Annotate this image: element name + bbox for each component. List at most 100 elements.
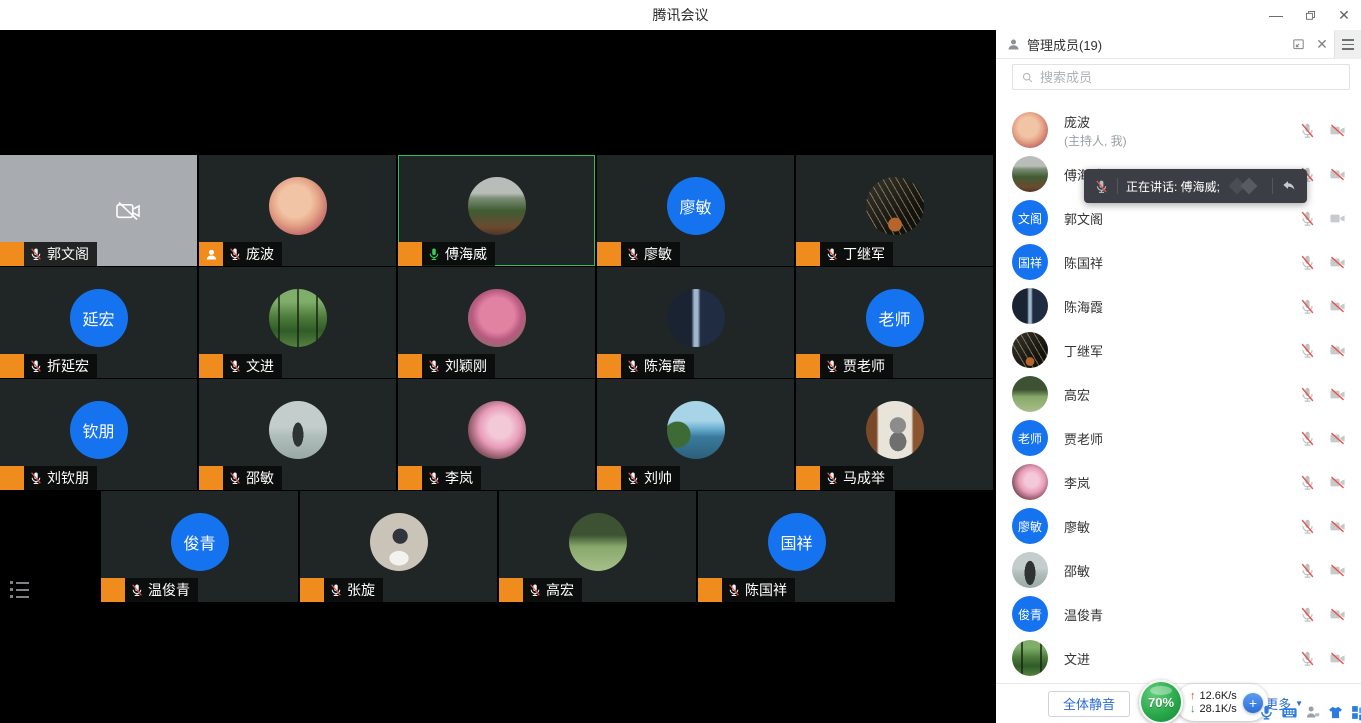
- label-body: 刘颖刚: [422, 354, 495, 378]
- member-mic-icon[interactable]: [1299, 606, 1316, 623]
- member-row[interactable]: 李岚: [996, 460, 1361, 504]
- video-tile[interactable]: 陈海霞: [597, 267, 794, 378]
- participant-label: 傅海威: [398, 242, 495, 266]
- video-tile[interactable]: 钦朋 刘钦朋: [0, 379, 197, 490]
- video-tile[interactable]: 张旋: [300, 491, 497, 602]
- memory-usage-ball[interactable]: 70%: [1139, 680, 1183, 723]
- member-search-box[interactable]: [1012, 64, 1350, 90]
- video-tile[interactable]: 庞波: [199, 155, 396, 266]
- member-mic-icon[interactable]: [1299, 474, 1316, 491]
- video-tile[interactable]: 刘帅: [597, 379, 794, 490]
- member-name: 陈国祥: [1064, 253, 1287, 272]
- member-row[interactable]: 丁继军: [996, 328, 1361, 372]
- video-tile[interactable]: 傅海威: [398, 155, 595, 266]
- member-avatar: [1012, 552, 1048, 588]
- video-tile[interactable]: 李岚: [398, 379, 595, 490]
- member-mic-icon[interactable]: [1299, 122, 1316, 139]
- member-row[interactable]: 廖敏 廖敏: [996, 504, 1361, 548]
- member-mic-icon[interactable]: [1299, 298, 1316, 315]
- member-row[interactable]: 邵敏: [996, 548, 1361, 592]
- restore-button[interactable]: [1293, 0, 1327, 30]
- participant-name: 陈海霞: [644, 356, 686, 376]
- member-camera-icon[interactable]: [1328, 474, 1347, 491]
- video-tile[interactable]: 国祥 陈国祥: [698, 491, 895, 602]
- member-camera-icon[interactable]: [1328, 254, 1347, 271]
- member-info: 文进: [1064, 649, 1287, 668]
- upload-arrow-icon: ↑: [1190, 690, 1196, 702]
- member-camera-icon[interactable]: [1328, 606, 1347, 623]
- label-body: 贾老师: [820, 354, 893, 378]
- mic-status-icon: [427, 471, 441, 485]
- video-tile[interactable]: 郭文阁: [0, 155, 197, 266]
- participant-name: 李岚: [445, 468, 473, 488]
- member-row[interactable]: 文进: [996, 636, 1361, 680]
- member-mic-icon[interactable]: [1299, 562, 1316, 579]
- member-name: 高宏: [1064, 385, 1287, 404]
- member-camera-icon[interactable]: [1328, 518, 1347, 535]
- host-badge-icon: [0, 466, 24, 490]
- video-tile[interactable]: 马成举: [796, 379, 993, 490]
- member-row[interactable]: 俊青 温俊青: [996, 592, 1361, 636]
- member-mic-icon[interactable]: [1299, 342, 1316, 359]
- layout-list-icon[interactable]: [10, 581, 29, 598]
- label-body: 文进: [223, 354, 282, 378]
- member-row[interactable]: 高宏: [996, 372, 1361, 416]
- reply-arrow-icon[interactable]: [1281, 178, 1297, 194]
- member-row[interactable]: 老师 贾老师: [996, 416, 1361, 460]
- participant-name: 刘钦朋: [47, 468, 89, 488]
- member-camera-icon[interactable]: [1328, 562, 1347, 579]
- voice-input-icon[interactable]: [1258, 704, 1275, 721]
- popout-panel-button[interactable]: [1286, 30, 1310, 59]
- video-tile[interactable]: 邵敏: [199, 379, 396, 490]
- skin-tshirt-icon[interactable]: [1327, 704, 1344, 721]
- member-camera-icon[interactable]: [1328, 386, 1347, 403]
- member-mic-icon[interactable]: [1299, 518, 1316, 535]
- panel-menu-button[interactable]: [1334, 30, 1361, 59]
- video-stage: 郭文阁 庞波 傅海威 廖敏: [0, 30, 996, 723]
- member-camera-icon[interactable]: [1328, 122, 1347, 139]
- mic-muted-icon[interactable]: [1094, 179, 1109, 194]
- member-camera-icon[interactable]: [1328, 342, 1347, 359]
- video-grid-row: 钦朋 刘钦朋 邵敏: [0, 379, 993, 490]
- participant-label: 温俊青: [101, 578, 198, 602]
- video-tile[interactable]: 廖敏 廖敏: [597, 155, 794, 266]
- toolbox-grid-icon[interactable]: [1350, 704, 1361, 721]
- member-camera-icon[interactable]: [1328, 210, 1347, 227]
- minimize-button[interactable]: —: [1259, 0, 1293, 30]
- member-mic-icon[interactable]: [1299, 430, 1316, 447]
- label-body: 傅海威: [422, 242, 495, 266]
- video-tile[interactable]: 延宏 折延宏: [0, 267, 197, 378]
- participant-name: 刘帅: [644, 468, 672, 488]
- video-tile[interactable]: 刘颖刚: [398, 267, 595, 378]
- member-name: 丁继军: [1064, 341, 1287, 360]
- video-tile[interactable]: 老师 贾老师: [796, 267, 993, 378]
- soft-keyboard-icon[interactable]: [1281, 704, 1298, 721]
- member-mic-icon[interactable]: [1299, 650, 1316, 667]
- member-row[interactable]: 陈海霞: [996, 284, 1361, 328]
- video-tile[interactable]: 高宏: [499, 491, 696, 602]
- member-avatar: 国祥: [1012, 244, 1048, 280]
- member-mic-icon[interactable]: [1299, 254, 1316, 271]
- member-mic-icon[interactable]: [1299, 386, 1316, 403]
- member-mic-icon[interactable]: [1299, 210, 1316, 227]
- mute-all-button[interactable]: 全体静音: [1048, 691, 1130, 717]
- member-camera-icon[interactable]: [1328, 166, 1347, 183]
- member-name: 廖敏: [1064, 517, 1287, 536]
- video-tile[interactable]: 文进: [199, 267, 396, 378]
- close-panel-button[interactable]: ✕: [1310, 30, 1334, 59]
- member-camera-icon[interactable]: [1328, 430, 1347, 447]
- search-input[interactable]: [1040, 70, 1341, 85]
- video-tile[interactable]: 俊青 温俊青: [101, 491, 298, 602]
- member-info: 庞波 (主持人, 我): [1064, 112, 1287, 149]
- video-tile[interactable]: 丁继军: [796, 155, 993, 266]
- member-info: 温俊青: [1064, 605, 1287, 624]
- member-camera-icon[interactable]: [1328, 298, 1347, 315]
- person-mode-icon[interactable]: [1304, 704, 1321, 721]
- member-row[interactable]: 庞波 (主持人, 我): [996, 108, 1361, 152]
- member-camera-icon[interactable]: [1328, 650, 1347, 667]
- mic-status-icon: [29, 247, 43, 261]
- close-button[interactable]: ✕: [1327, 0, 1361, 30]
- mic-status-icon: [228, 247, 242, 261]
- participant-avatar: 钦朋: [70, 401, 128, 459]
- member-row[interactable]: 国祥 陈国祥: [996, 240, 1361, 284]
